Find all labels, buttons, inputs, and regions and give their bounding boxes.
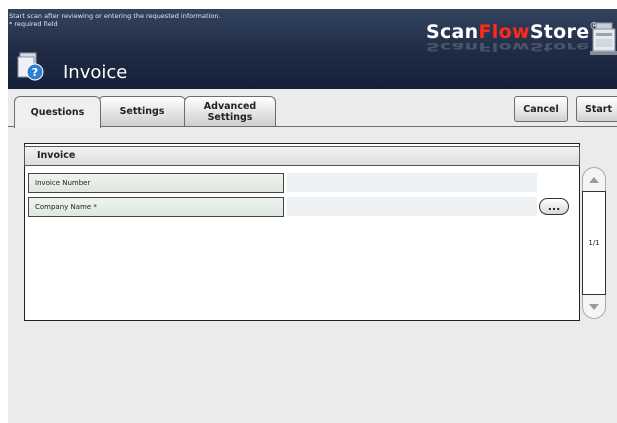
app-screen: Start scan after reviewing or entering t… [8, 9, 617, 423]
tab-settings[interactable]: Settings [98, 96, 186, 126]
page-title: Invoice [63, 62, 128, 83]
tab-questions-label: Questions [30, 107, 85, 118]
company-name-field[interactable] [287, 197, 537, 216]
scroll-down-button[interactable] [582, 295, 606, 319]
start-button-label: Start [584, 103, 613, 115]
logo-reflection: ScanFlowStore [426, 39, 590, 53]
cancel-button[interactable]: Cancel [514, 96, 568, 122]
start-button[interactable]: Start [576, 96, 617, 122]
form-panel [24, 143, 580, 321]
instruction-text: Start scan after reviewing or entering t… [9, 12, 221, 20]
invoice-number-field[interactable] [287, 173, 537, 192]
svg-text:?: ? [32, 66, 38, 79]
scanner-icon [590, 22, 617, 55]
section-header: Invoice [24, 146, 580, 166]
page-indicator: 1/1 [582, 191, 606, 295]
tab-settings-label: Settings [119, 106, 165, 117]
tab-advanced-settings-label: Advanced Settings [203, 100, 257, 123]
tab-advanced-settings[interactable]: Advanced Settings [184, 96, 276, 126]
cancel-button-label: Cancel [523, 103, 559, 115]
scroll-down-icon [589, 303, 599, 310]
scroll-up-button[interactable] [582, 167, 606, 191]
browse-button[interactable]: ... [539, 198, 569, 215]
header-bar: Start scan after reviewing or entering t… [8, 9, 617, 89]
page-indicator-text: 1/1 [588, 239, 600, 247]
instructions: Start scan after reviewing or entering t… [9, 12, 221, 28]
required-field-note: * required field [9, 20, 58, 28]
company-name-label: Company Name * [28, 197, 284, 217]
scroll-up-icon [589, 176, 599, 183]
help-document-icon: ? [17, 52, 44, 81]
invoice-number-label: Invoice Number [28, 173, 284, 193]
tab-questions[interactable]: Questions [14, 96, 101, 128]
ellipsis-icon: ... [547, 200, 561, 213]
